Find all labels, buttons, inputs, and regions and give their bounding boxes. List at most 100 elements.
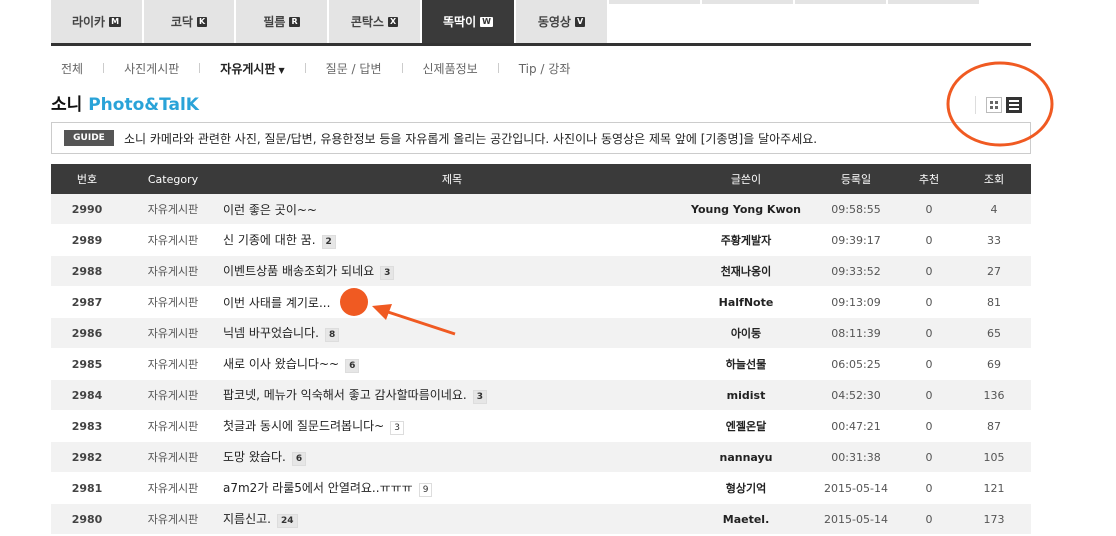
table-row[interactable]: 2983 자유게시판 첫글과 동시에 질문드려봅니다~ 3 엔젤온달 00:47:21 0 8… [51, 411, 1031, 442]
row-views: 33 [987, 233, 1001, 247]
row-category: 자유게시판 [147, 296, 199, 309]
subnav-qna[interactable]: 질문 / 답변 [326, 60, 382, 77]
post-title-link[interactable]: 팝코넷, 메뉴가 익숙해서 좋고 감사할따름이네요. [223, 388, 467, 402]
table-row[interactable]: 2981 자유게시판 a7m2가 라룰5에서 안열려요..ㅠㅠㅠ 9 형상기억 2015-… [51, 473, 1031, 504]
row-no: 2983 [71, 419, 103, 433]
post-title-link[interactable]: 닉넴 바꾸었습니다. [223, 326, 319, 340]
tab-label: 콘탁스 [350, 15, 384, 29]
tab-video[interactable]: 동영상 V [516, 0, 607, 43]
page-title-main: 소니 [51, 95, 83, 115]
row-views: 121 [983, 481, 1005, 495]
post-title-link[interactable]: 도망 왔습다. [223, 450, 286, 464]
row-author[interactable]: nannayu [681, 451, 811, 464]
row-date: 09:13:09 [831, 295, 881, 309]
row-category: 자유게시판 [147, 358, 199, 371]
tab-label: 라이카 [71, 15, 106, 29]
comment-count-badge: 2 [321, 235, 336, 249]
subnav-photo-board[interactable]: 사진게시판 [124, 60, 179, 77]
row-recommend: 0 [925, 450, 933, 464]
table-row[interactable]: 2986 자유게시판 닉넴 바꾸었습니다. 8 아이둥 08:11:39 0 65 [51, 318, 1031, 349]
row-recommend: 0 [925, 419, 933, 433]
caret-down-icon: ▼ [278, 65, 285, 75]
table-row[interactable]: 2984 자유게시판 팝코넷, 메뉴가 익숙해서 좋고 감사할따름이네요. 3 midi… [51, 380, 1031, 411]
comment-count-badge: 8 [324, 328, 340, 342]
row-category: 자유게시판 [147, 234, 199, 247]
subnav-new-products[interactable]: 신제품정보 [423, 60, 478, 77]
subnav-tips[interactable]: Tip / 강좌 [519, 60, 571, 77]
tab-top-strip [702, 0, 793, 4]
subnav-free-board[interactable]: 자유게시판 ▼ [220, 60, 284, 77]
tab-compact[interactable]: 똑딱이 W [422, 0, 514, 43]
row-date: 2015-05-14 [824, 512, 888, 526]
row-author[interactable]: 천재나옹이 [681, 263, 811, 279]
row-recommend: 0 [925, 202, 933, 216]
row-author[interactable]: HalfNote [681, 296, 811, 309]
header-views: 조회 [983, 173, 1005, 186]
list-view-icon[interactable] [1006, 97, 1022, 113]
row-title-cell: 첫글과 동시에 질문드려봅니다~ 3 [223, 417, 681, 435]
header-category: Category [147, 172, 199, 186]
guide-text: 소니 카메라와 관련한 사진, 질문/답변, 유용한정보 등을 자유롭게 올리는… [124, 131, 818, 146]
row-category: 자유게시판 [147, 327, 199, 340]
header-no: 번호 [76, 173, 98, 186]
row-author[interactable]: 주황게발자 [681, 232, 811, 248]
grid-view-icon[interactable] [986, 97, 1002, 113]
post-title-link[interactable]: 이벤트상품 배송조회가 되네요 [223, 264, 374, 278]
row-recommend: 0 [925, 481, 933, 495]
row-author[interactable]: 엔젤온달 [681, 418, 811, 434]
row-author[interactable]: 하늘선물 [681, 356, 811, 372]
table-row[interactable]: 2985 자유게시판 새로 이사 왔습니다~~ 6 하늘선물 06:05:25 0 69 [51, 349, 1031, 380]
row-author[interactable]: Young Yong Kwon [681, 203, 811, 216]
row-title-cell: 이번 사태를 계기로... [223, 294, 681, 311]
post-title-link[interactable]: 이런 좋은 곳이~~ [223, 203, 317, 217]
comment-count-badge: 6 [345, 359, 360, 373]
row-author[interactable]: 아이둥 [681, 325, 811, 341]
row-title-cell: 지름신고. 24 [223, 510, 681, 528]
header-date: 등록일 [840, 173, 872, 186]
row-title-cell: a7m2가 라룰5에서 안열려요..ㅠㅠㅠ 9 [223, 479, 681, 497]
row-category: 자유게시판 [147, 482, 199, 495]
row-date: 09:33:52 [831, 264, 881, 278]
tab-contax[interactable]: 콘탁스 X [329, 0, 420, 43]
tab-leica[interactable]: 라이카 M [51, 0, 142, 43]
table-row[interactable]: 2990 자유게시판 이런 좋은 곳이~~ Young Yong Kwon 09:58:… [51, 194, 1031, 225]
tab-kodak[interactable]: 코닥 K [144, 0, 234, 43]
post-title-link[interactable]: 이번 사태를 계기로... [223, 296, 330, 310]
row-title-cell: 닉넴 바꾸었습니다. 8 [223, 324, 681, 342]
row-category: 자유게시판 [147, 203, 199, 216]
post-title-link[interactable]: 지름신고. [223, 512, 271, 526]
post-title-link[interactable]: a7m2가 라룰5에서 안열려요..ㅠㅠㅠ [223, 481, 413, 495]
row-author[interactable]: 형상기억 [681, 480, 811, 496]
tab-film[interactable]: 필름 R [236, 0, 327, 43]
row-author[interactable]: Maetel. [681, 513, 811, 526]
tab-top-strip [888, 0, 979, 4]
post-title-link[interactable]: 새로 이사 왔습니다~~ [223, 357, 339, 371]
table-row[interactable]: 2989 자유게시판 신 기종에 대한 꿈. 2 주황게발자 09:39:17 0 33 [51, 225, 1031, 256]
divider [401, 63, 403, 73]
row-category: 자유게시판 [147, 389, 199, 402]
row-title-cell: 도망 왔습다. 6 [223, 448, 681, 466]
table-body: 2990 자유게시판 이런 좋은 곳이~~ Young Yong Kwon 09:58:… [51, 194, 1031, 535]
table-row[interactable]: 2980 자유게시판 지름신고. 24 Maetel. 2015-05-14 0 173 [51, 504, 1031, 535]
tab-shortcut-key: R [289, 16, 300, 27]
row-author[interactable]: midist [681, 389, 811, 402]
post-title-link[interactable]: 신 기종에 대한 꿈. [223, 233, 316, 247]
subnav-all[interactable]: 전체 [61, 60, 83, 77]
comment-count-badge: 24 [276, 514, 298, 528]
row-title-cell: 이벤트상품 배송조회가 되네요 3 [223, 262, 681, 280]
row-no: 2984 [71, 388, 103, 402]
row-title-cell: 새로 이사 왔습니다~~ 6 [223, 355, 681, 373]
tab-label: 코닥 [170, 15, 193, 29]
table-row[interactable]: 2982 자유게시판 도망 왔습다. 6 nannayu 00:31:38 0 105 [51, 442, 1031, 473]
guide-badge: GUIDE [64, 130, 114, 146]
table-row[interactable]: 2987 자유게시판 이번 사태를 계기로... HalfNote 09:13:09 0 8… [51, 287, 1031, 318]
row-views: 65 [987, 326, 1001, 340]
header-title: 제목 [441, 173, 463, 186]
row-date: 09:58:55 [831, 202, 881, 216]
table-row[interactable]: 2988 자유게시판 이벤트상품 배송조회가 되네요 3 천재나옹이 09:33:52 0 2… [51, 256, 1031, 287]
divider [199, 63, 201, 73]
comment-count-badge: 3 [380, 266, 395, 280]
row-no: 2980 [71, 512, 103, 526]
post-title-link[interactable]: 첫글과 동시에 질문드려봅니다~ [223, 419, 384, 433]
row-no: 2985 [71, 357, 103, 371]
